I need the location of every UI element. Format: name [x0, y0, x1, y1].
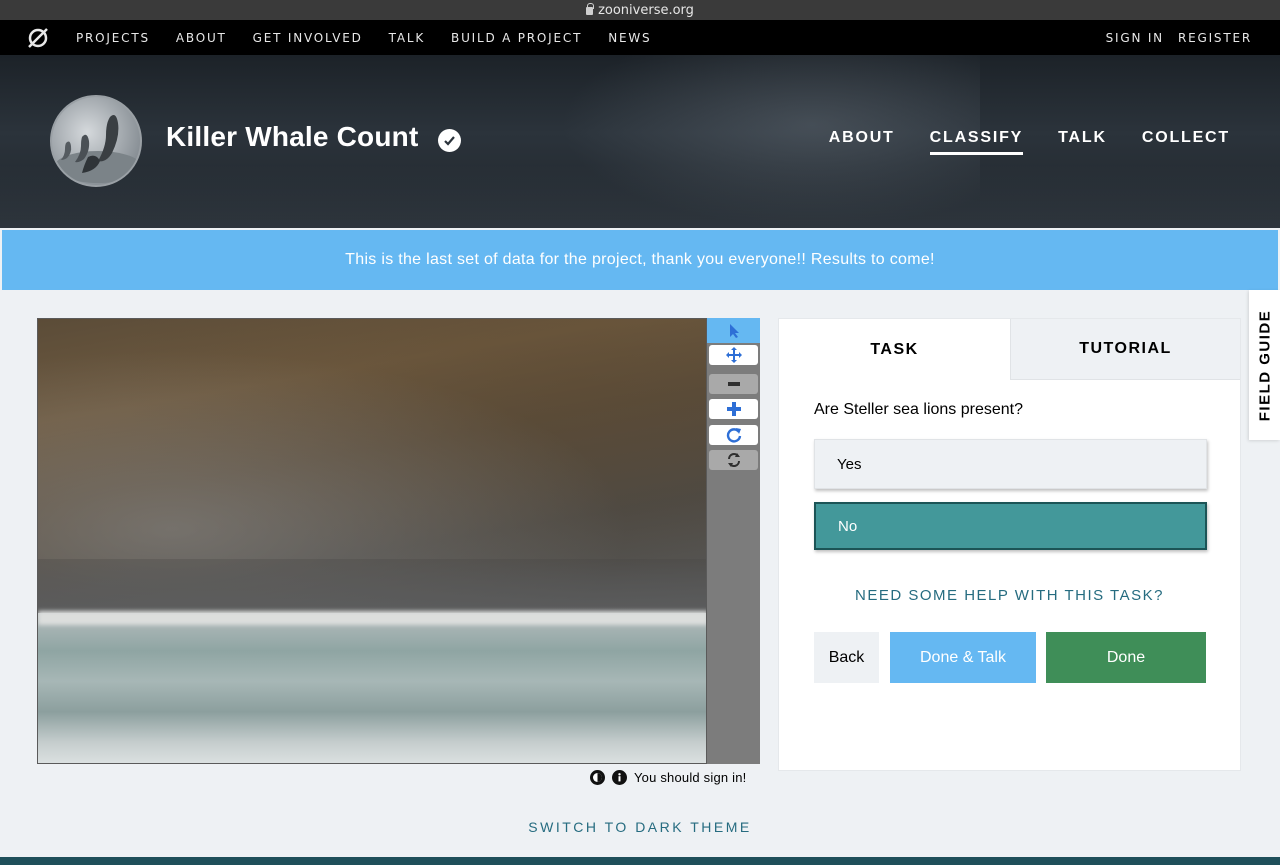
- switch-dark-theme-link[interactable]: SWITCH TO DARK THEME: [0, 819, 1280, 835]
- info-icon[interactable]: [612, 769, 627, 785]
- site-nav-links: PROJECTS ABOUT GET INVOLVED TALK BUILD A…: [76, 31, 677, 45]
- project-avatar[interactable]: [50, 95, 142, 187]
- tab-tutorial[interactable]: TUTORIAL: [1010, 319, 1240, 380]
- sign-in-link[interactable]: SIGN IN: [1106, 31, 1164, 45]
- field-guide-tab[interactable]: FIELD GUIDE: [1249, 290, 1280, 440]
- task-question: Are Steller sea lions present?: [814, 401, 1023, 418]
- nav-news-link[interactable]: NEWS: [608, 31, 651, 45]
- rotate-button[interactable]: [709, 425, 758, 445]
- answer-yes-button[interactable]: Yes: [814, 439, 1207, 489]
- account-links: SIGN IN REGISTER: [1092, 20, 1252, 55]
- nav-about-link[interactable]: ABOUT: [176, 31, 227, 45]
- back-button[interactable]: Back: [814, 632, 879, 683]
- answer-no-button[interactable]: No: [814, 502, 1207, 550]
- done-and-talk-button[interactable]: Done & Talk: [890, 632, 1036, 683]
- project-title[interactable]: Killer Whale Count: [166, 121, 419, 153]
- contrast-icon[interactable]: [590, 769, 605, 785]
- lock-icon: [586, 3, 595, 15]
- project-header: Killer Whale Count ABOUT CLASSIFY TALK C…: [0, 55, 1280, 228]
- project-nav: ABOUT CLASSIFY TALK COLLECT: [794, 129, 1230, 155]
- project-nav-classify[interactable]: CLASSIFY: [929, 129, 1024, 155]
- reset-button[interactable]: [709, 450, 758, 470]
- nav-build-project-link[interactable]: BUILD A PROJECT: [451, 31, 582, 45]
- zooniverse-logo-icon[interactable]: [26, 26, 50, 50]
- footer-strip: [0, 857, 1280, 865]
- site-top-nav: PROJECTS ABOUT GET INVOLVED TALK BUILD A…: [0, 20, 1280, 55]
- reset-icon: [727, 453, 740, 467]
- rotate-icon: [726, 428, 741, 443]
- task-tabs: TASK TUTORIAL: [779, 319, 1240, 380]
- project-nav-talk[interactable]: TALK: [1058, 129, 1107, 155]
- nav-projects-link[interactable]: PROJECTS: [76, 31, 150, 45]
- browser-url[interactable]: zooniverse.org: [598, 3, 694, 18]
- pointer-tool-button[interactable]: [707, 318, 760, 343]
- answer-yes-label: Yes: [837, 455, 862, 473]
- answer-no-label: No: [838, 517, 858, 535]
- browser-address-bar[interactable]: zooniverse.org: [0, 0, 1280, 20]
- field-guide-label: FIELD GUIDE: [1256, 309, 1274, 421]
- zoom-out-icon: [727, 382, 740, 386]
- zoom-out-button[interactable]: [709, 374, 758, 394]
- task-panel: TASK TUTORIAL Are Steller sea lions pres…: [778, 318, 1241, 771]
- pointer-icon: [729, 323, 739, 338]
- zoom-in-icon: [726, 402, 741, 416]
- project-nav-collect[interactable]: COLLECT: [1142, 129, 1230, 155]
- image-toolbar: [707, 318, 760, 764]
- nav-get-involved-link[interactable]: GET INVOLVED: [253, 31, 363, 45]
- announcement-text: This is the last set of data for the pro…: [345, 251, 935, 268]
- task-help-link[interactable]: NEED SOME HELP WITH THIS TASK?: [779, 587, 1240, 604]
- project-nav-about[interactable]: ABOUT: [829, 129, 895, 155]
- announcement-banner: This is the last set of data for the pro…: [2, 230, 1278, 290]
- done-button[interactable]: Done: [1046, 632, 1206, 683]
- move-icon: [725, 347, 742, 363]
- move-tool-button[interactable]: [709, 345, 758, 365]
- subject-footer: You should sign in!: [590, 768, 762, 786]
- tab-task[interactable]: TASK: [779, 319, 1010, 380]
- register-link[interactable]: REGISTER: [1178, 31, 1252, 45]
- zoom-in-button[interactable]: [709, 399, 758, 419]
- nav-talk-link[interactable]: TALK: [389, 31, 425, 45]
- sign-in-message: You should sign in!: [634, 769, 747, 785]
- verified-check-icon: [438, 129, 461, 152]
- subject-image[interactable]: [37, 318, 707, 764]
